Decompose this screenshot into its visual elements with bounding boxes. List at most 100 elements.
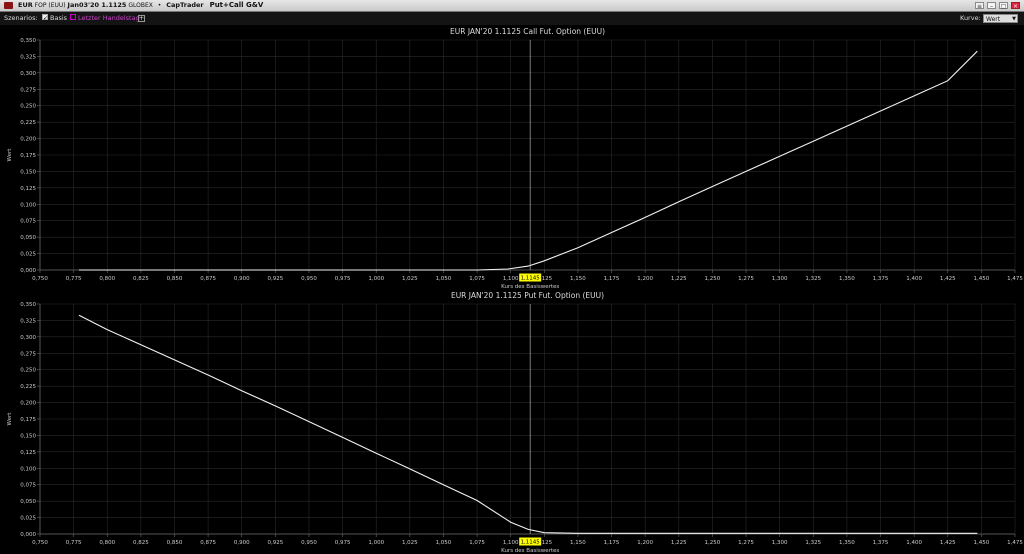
- y-tick-label: 0,300: [20, 71, 36, 77]
- x-tick-label: 1,050: [436, 540, 452, 546]
- x-tick-label: 1,175: [604, 540, 620, 546]
- x-tick-label: 0,875: [200, 276, 216, 282]
- x-tick-label: 0,825: [133, 276, 149, 282]
- x-tick-label: 1,200: [637, 276, 653, 282]
- x-tick-label: 0,950: [301, 276, 317, 282]
- y-tick-label: 0,225: [20, 384, 36, 390]
- x-tick-label: 1,300: [772, 276, 788, 282]
- x-tick-label: 1,075: [469, 540, 485, 546]
- x-tick-label: 1,225: [671, 540, 687, 546]
- y-tick-label: 0,125: [20, 450, 36, 456]
- app-logo-icon: [4, 2, 13, 9]
- kurve-select[interactable]: Wert ▼: [983, 14, 1018, 23]
- y-tick-label: 0,050: [20, 235, 36, 241]
- x-tick-label: 1,375: [873, 540, 889, 546]
- y-tick-label: 0,350: [20, 38, 36, 44]
- put-option-chart: EUR JAN'20 1.1125 Put Fut. Option (EUU) 0…: [7, 291, 1023, 554]
- link-icon[interactable]: ≡: [975, 2, 984, 10]
- letzter-handelstag-checkbox[interactable]: [70, 14, 76, 20]
- x-tick-label: 0,775: [66, 276, 82, 282]
- x-tick-label: 1,400: [906, 540, 922, 546]
- x-tick-label: 1,450: [974, 276, 990, 282]
- broker-text: CapTrader: [166, 1, 204, 9]
- x-tick-label: 1,275: [738, 540, 754, 546]
- minimize-icon[interactable]: –: [987, 2, 996, 10]
- y-tick-label: 0,075: [20, 483, 36, 489]
- y-tick-label: 0,100: [20, 202, 36, 208]
- x-tick-label: 0,775: [66, 540, 82, 546]
- y-tick-label: 0,325: [20, 318, 36, 324]
- x-tick-label: 0,800: [99, 540, 115, 546]
- y-tick-label: 0,175: [20, 417, 36, 423]
- y-tick-label: 0,075: [20, 219, 36, 225]
- x-tick-label: 0,925: [267, 540, 283, 546]
- chart-title: EUR JAN'20 1.1125 Put Fut. Option (EUU): [451, 291, 604, 300]
- x-tick-label: 1,325: [805, 540, 821, 546]
- basis-checkbox[interactable]: [42, 12, 48, 25]
- y-tick-label: 0,225: [20, 120, 36, 126]
- kurve-label: Kurve:: [960, 14, 981, 22]
- add-scenario-button[interactable]: +: [138, 15, 145, 22]
- x-tick-label: 0,850: [167, 276, 183, 282]
- y-tick-label: 0,150: [20, 169, 36, 175]
- x-tick-label: 1,100: [503, 276, 519, 282]
- x-tick-label: 0,875: [200, 540, 216, 546]
- basis-label: Basis: [50, 14, 68, 22]
- x-tick-label: 1,475: [1007, 276, 1023, 282]
- window-controls: ≡ – □ ×: [975, 0, 1020, 11]
- y-tick-label: 0,250: [20, 104, 36, 110]
- x-tick-label: 1,000: [368, 540, 384, 546]
- x-tick-label: 0,925: [267, 276, 283, 282]
- x-tick-label: 1,075: [469, 276, 485, 282]
- x-tick-label: 1,425: [940, 276, 956, 282]
- x-tick-label: 1,250: [705, 540, 721, 546]
- y-tick-label: 0,100: [20, 466, 36, 472]
- window-name: Put+Call G&V: [209, 1, 264, 9]
- x-tick-label: 1,350: [839, 276, 855, 282]
- x-tick-label: 1,150: [570, 276, 586, 282]
- chevron-down-icon: ▼: [1012, 16, 1016, 22]
- x-tick-label: 1,375: [873, 276, 889, 282]
- x-tick-label: 1,175: [604, 276, 620, 282]
- value-curve-line: [78, 314, 978, 534]
- y-tick-label: 0,150: [20, 433, 36, 439]
- x-tick-label: 1,325: [805, 276, 821, 282]
- current-price-marker-label: 1,1145: [521, 276, 541, 282]
- y-tick-label: 0,175: [20, 153, 36, 159]
- x-tick-label: 1,275: [738, 276, 754, 282]
- call-option-chart: EUR JAN'20 1.1125 Call Fut. Option (EUU)…: [7, 27, 1023, 290]
- y-tick-label: 0,025: [20, 252, 36, 258]
- y-tick-label: 0,275: [20, 87, 36, 93]
- y-tick-label: 0,050: [20, 499, 36, 505]
- x-tick-label: 1,000: [368, 276, 384, 282]
- current-price-marker-label: 1,1145: [521, 540, 541, 546]
- maximize-icon[interactable]: □: [999, 2, 1008, 10]
- letzter-handelstag-option[interactable]: Letzter Handelstag: [70, 12, 140, 25]
- x-axis-label: Kurs des Basiswertes: [501, 548, 559, 554]
- x-tick-label: 0,750: [32, 540, 48, 546]
- kurve-value: Wert: [986, 16, 1001, 23]
- basis-option[interactable]: Basis: [42, 12, 67, 25]
- x-tick-label: 0,900: [234, 540, 250, 546]
- x-tick-label: 0,975: [335, 276, 351, 282]
- close-icon[interactable]: ×: [1011, 2, 1020, 10]
- window-titlebar: EUR FOP (EUU) Jan03'20 1.1125 GLOBEX • C…: [0, 0, 1024, 12]
- y-tick-label: 0,125: [20, 186, 36, 192]
- y-axis-label: Wert: [7, 148, 13, 162]
- symbol-text: EUR: [18, 1, 33, 9]
- x-tick-label: 0,750: [32, 276, 48, 282]
- x-tick-label: 0,850: [167, 540, 183, 546]
- x-tick-label: 0,950: [301, 540, 317, 546]
- y-tick-label: 0,300: [20, 335, 36, 341]
- contract-text: Jan03'20 1.1125: [67, 1, 127, 9]
- scenario-toolbar: Szenarios: Basis Letzter Handelstag + Ku…: [0, 12, 1024, 25]
- window-title: EUR FOP (EUU) Jan03'20 1.1125 GLOBEX • C…: [18, 0, 263, 11]
- x-tick-label: 1,050: [436, 276, 452, 282]
- y-tick-label: 0,200: [20, 137, 36, 143]
- x-tick-label: 1,475: [1007, 540, 1023, 546]
- x-tick-label: 1,150: [570, 540, 586, 546]
- x-tick-label: 1,450: [974, 540, 990, 546]
- x-tick-label: 1,350: [839, 540, 855, 546]
- x-tick-label: 0,975: [335, 540, 351, 546]
- x-tick-label: 1,425: [940, 540, 956, 546]
